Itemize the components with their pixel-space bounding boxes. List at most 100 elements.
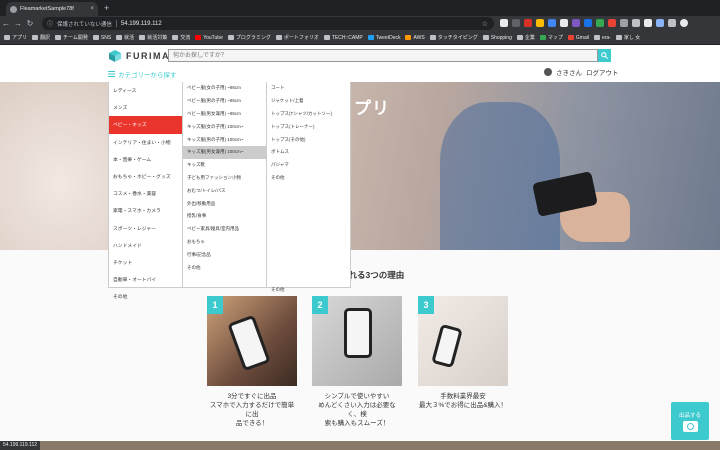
category-item[interactable]: おもちゃ	[183, 236, 266, 249]
category-item[interactable]: 家電・スマホ・カメラ	[109, 202, 182, 219]
close-tab-icon[interactable]: ×	[90, 6, 94, 12]
youtube-icon	[195, 35, 202, 40]
category-item[interactable]: トップス(Tシャツ/カットソー)	[267, 108, 350, 121]
bookmark-item[interactable]: 交流	[172, 34, 190, 41]
folder-icon	[429, 35, 436, 40]
category-item[interactable]: ベビー服(女の子用) ~95cm	[183, 82, 266, 95]
bookmark-item[interactable]: Gmail	[567, 35, 589, 41]
extension-icon[interactable]	[512, 19, 520, 27]
category-item[interactable]: チケット	[109, 254, 182, 271]
extension-icon[interactable]	[656, 19, 664, 27]
extension-icon[interactable]	[536, 19, 544, 27]
extension-icon[interactable]	[524, 19, 532, 27]
category-item[interactable]: 外出/移動用品	[183, 197, 266, 210]
forward-icon[interactable]: →	[12, 16, 24, 31]
category-level3-extra[interactable]: その他	[271, 287, 285, 293]
category-item[interactable]: 子ども用ファッション小物	[183, 172, 266, 185]
bookmark-item[interactable]: ポートフォリオ	[275, 34, 319, 41]
extension-icon[interactable]	[632, 19, 640, 27]
logout-link[interactable]: ログアウト	[586, 67, 619, 77]
category-item[interactable]: ジャケット/上着	[267, 95, 350, 108]
extension-icon[interactable]	[500, 19, 508, 27]
category-item[interactable]: トップス(その他)	[267, 133, 350, 146]
extension-icon[interactable]	[548, 19, 556, 27]
reason-image: 1	[207, 296, 297, 386]
username-link[interactable]: さきさん	[556, 67, 582, 77]
category-item[interactable]: キッズ靴	[183, 159, 266, 172]
bookmark-item[interactable]: TECH::CAMP	[323, 35, 363, 41]
category-search-link[interactable]: カテゴリーから探す	[108, 69, 177, 79]
bookmark-star-icon[interactable]: ☆	[482, 20, 488, 28]
search-input[interactable]	[168, 49, 598, 62]
category-level2-list: ベビー服(女の子用) ~95cm ベビー服(男の子用) ~95cm ベビー服(男女兼…	[183, 82, 267, 288]
camera-icon	[682, 420, 698, 432]
extension-icon[interactable]	[620, 19, 628, 27]
bookmark-item[interactable]: TweetDeck	[367, 35, 400, 41]
address-bar[interactable]: ⓘ 保護されていない通信 54.199.119.112 ☆	[42, 17, 494, 30]
extension-icon[interactable]	[668, 19, 676, 27]
extension-icon[interactable]	[644, 19, 652, 27]
bookmark-item[interactable]: SNS	[92, 35, 111, 41]
extension-icon[interactable]	[584, 19, 592, 27]
folder-icon	[227, 35, 234, 40]
category-item[interactable]: キッズ服(男の子用) 100cm~	[183, 133, 266, 146]
category-item[interactable]: その他	[109, 288, 182, 305]
bookmark-item[interactable]: プログラミング	[227, 34, 271, 41]
tab-title: FleamarketSample78f	[20, 6, 74, 12]
extension-icon[interactable]	[560, 19, 568, 27]
reason-number: 3	[418, 296, 434, 314]
bookmark-item[interactable]: チーム開発	[55, 34, 88, 41]
bookmark-item[interactable]: タッチタイピング	[429, 34, 478, 41]
bookmark-item[interactable]: 就活	[116, 34, 134, 41]
category-item[interactable]: レディース	[109, 82, 182, 99]
bookmark-item[interactable]: 企業	[516, 34, 535, 41]
category-item[interactable]: ボトムス	[267, 146, 350, 159]
search-button[interactable]	[598, 49, 611, 62]
extension-icon[interactable]	[596, 19, 604, 27]
reload-icon[interactable]: ↻	[24, 16, 36, 31]
category-item[interactable]: メンズ	[109, 99, 182, 116]
bookmark-item[interactable]: 翻訳	[32, 34, 50, 41]
category-item[interactable]: 自動車・オートバイ	[109, 271, 182, 288]
furima-logo[interactable]: FURIMA	[108, 49, 170, 63]
category-item[interactable]: インテリア・住まい・小物	[109, 134, 182, 151]
bookmark-item[interactable]: マップ	[539, 34, 563, 41]
bookmark-item[interactable]: Shopping	[482, 35, 512, 41]
info-icon[interactable]: ⓘ	[47, 19, 53, 28]
category-item[interactable]: キッズ服(女の子用) 100cm~	[183, 120, 266, 133]
category-item[interactable]: パジャマ	[267, 159, 350, 172]
category-item[interactable]: コート	[267, 82, 350, 95]
category-item[interactable]: 行事/記念品	[183, 248, 266, 261]
category-item[interactable]: コスメ・香水・美容	[109, 185, 182, 202]
reason-text: 手数料業界最安 最大３%でお得に出品&購入！	[418, 393, 508, 409]
category-item[interactable]: 授乳/食事	[183, 210, 266, 223]
category-item[interactable]: ベビー家具/寝具/室内用品	[183, 223, 266, 236]
bookmark-item[interactable]: 家し 女	[615, 34, 640, 41]
category-item[interactable]: トップス(トレーナー)	[267, 120, 350, 133]
browser-tab[interactable]: FleamarketSample78f ×	[6, 2, 98, 16]
bookmark-item[interactable]: YouTube	[195, 35, 223, 41]
category-item[interactable]: スポーツ・レジャー	[109, 220, 182, 237]
bookmark-item[interactable]: アプリ	[4, 34, 27, 41]
category-item[interactable]: おもちゃ・ホビー・グッズ	[109, 168, 182, 185]
new-tab-button[interactable]: +	[104, 2, 109, 14]
category-item[interactable]: キッズ服(男女兼用) 100cm~	[183, 145, 266, 159]
bookmark-item[interactable]: era-	[593, 35, 611, 41]
category-item[interactable]: ベビー・キッズ	[109, 116, 182, 134]
profile-avatar[interactable]	[680, 19, 688, 27]
extension-icon[interactable]	[608, 19, 616, 27]
bookmark-item[interactable]: 就活対策	[139, 34, 167, 41]
category-item[interactable]: おむつ/トイレ/バス	[183, 184, 266, 197]
category-item[interactable]: その他	[183, 261, 266, 274]
category-item[interactable]: ベビー服(男女兼用) ~95cm	[183, 108, 266, 121]
bookmark-item[interactable]: AWS	[405, 35, 425, 41]
category-item[interactable]: その他	[267, 172, 350, 185]
category-item[interactable]: ベビー服(男の子用) ~95cm	[183, 95, 266, 108]
extension-icon[interactable]	[572, 19, 580, 27]
category-item[interactable]: ハンドメイド	[109, 237, 182, 254]
back-icon[interactable]: ←	[0, 16, 12, 31]
category-item[interactable]: 本・音楽・ゲーム	[109, 151, 182, 168]
sell-button[interactable]: 出品する	[671, 402, 709, 440]
folder-icon	[323, 35, 330, 40]
apps-icon	[4, 35, 10, 40]
